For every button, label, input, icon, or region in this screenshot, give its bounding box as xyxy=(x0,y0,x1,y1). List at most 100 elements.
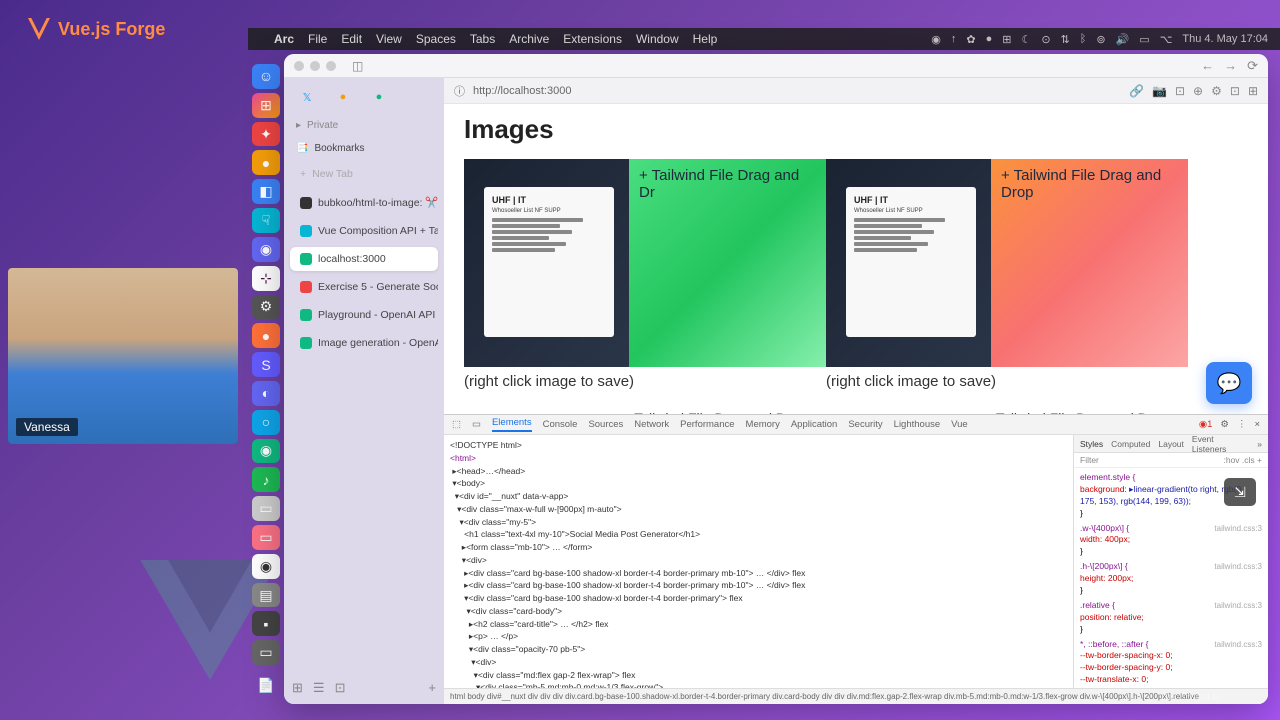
sidebar-bookmarks-section[interactable]: 📑Bookmarks xyxy=(284,137,444,160)
dock-slack[interactable]: ⊹ xyxy=(252,266,280,291)
device-icon[interactable]: ▭ xyxy=(472,419,481,430)
battery-icon[interactable]: ▭ xyxy=(1139,33,1149,46)
dock-firefox[interactable]: ● xyxy=(252,323,280,348)
dock-vscode[interactable]: ◧ xyxy=(252,179,280,204)
sidebar-icon[interactable]: ⊡ xyxy=(335,680,346,696)
menu-extensions[interactable]: Extensions xyxy=(563,32,622,46)
sidebar-tab-item[interactable]: bubkoo/html-to-image: ✂️ Gen... xyxy=(290,190,438,215)
devtools-tab-vue[interactable]: Vue xyxy=(951,419,968,430)
devtools-tab-sources[interactable]: Sources xyxy=(588,419,623,430)
devtools-tab-network[interactable]: Network xyxy=(634,419,669,430)
dock-finder[interactable]: ☺ xyxy=(252,64,280,89)
url-action-icon[interactable]: 📷 xyxy=(1152,84,1167,98)
sidebar-tab-item-active[interactable]: localhost:3000 xyxy=(290,247,438,271)
dock-app[interactable]: ✦ xyxy=(252,122,280,147)
dock-spotify[interactable]: ♪ xyxy=(252,467,280,492)
url-action-icon[interactable]: ⊞ xyxy=(1248,84,1258,98)
sidebar-pinned-twitter[interactable]: 𝕏 xyxy=(298,88,316,106)
sidebar-tab-item[interactable]: Playground - OpenAI API xyxy=(290,303,438,327)
image-thumbnail[interactable]: UHF | IT Whosoeller List NF SUPP xyxy=(826,159,991,367)
dock-app[interactable]: ◉ xyxy=(252,237,280,262)
styles-tab-computed[interactable]: Computed xyxy=(1111,439,1150,449)
url-action-icon[interactable]: ⊕ xyxy=(1193,84,1203,98)
window-controls[interactable] xyxy=(294,61,336,71)
menu-edit[interactable]: Edit xyxy=(341,32,362,46)
sidebar-toggle-icon[interactable]: ◫ xyxy=(352,59,363,73)
status-icon[interactable]: ⊙ xyxy=(1041,33,1050,46)
menu-view[interactable]: View xyxy=(376,32,402,46)
sidebar-tab-item[interactable]: Image generation - OpenAI API xyxy=(290,331,438,355)
status-icon[interactable]: ● xyxy=(986,33,993,45)
devtools-tab-security[interactable]: Security xyxy=(848,419,882,430)
dock-terminal[interactable]: ▪ xyxy=(252,611,280,636)
forward-button[interactable]: → xyxy=(1224,58,1237,74)
reload-button[interactable]: ⟳ xyxy=(1247,58,1258,74)
dock-downloads[interactable]: 📄 xyxy=(252,673,280,698)
image-thumbnail[interactable]: UHF | IT Whosoeller List NF SUPP xyxy=(464,159,629,367)
inspect-icon[interactable]: ⬚ xyxy=(452,419,461,430)
volume-icon[interactable]: 🔊 xyxy=(1116,33,1130,46)
dock-app[interactable]: ▭ xyxy=(252,496,280,521)
dock-chrome[interactable]: ◉ xyxy=(252,554,280,579)
sidebar-icon[interactable]: ⊞ xyxy=(292,680,303,696)
styles-tab-more[interactable]: » xyxy=(1257,439,1262,449)
back-button[interactable]: ← xyxy=(1201,58,1214,74)
dock-app[interactable]: ◉ xyxy=(252,439,280,464)
dock-app[interactable]: ☟ xyxy=(252,208,280,233)
menu-archive[interactable]: Archive xyxy=(509,32,549,46)
sidebar-tab-item[interactable]: Vue Composition API + Tailwind... xyxy=(290,219,438,243)
dock-app[interactable]: ● xyxy=(252,150,280,175)
menu-window[interactable]: Window xyxy=(636,32,679,46)
sidebar-private-section[interactable]: ▸Private xyxy=(284,114,444,137)
sidebar-add-icon[interactable]: + xyxy=(428,680,436,696)
sidebar-bottom-toolbar[interactable]: ⊞ ☰ ⊡ + xyxy=(284,672,444,704)
dock-settings[interactable]: ⚙ xyxy=(252,295,280,320)
url-action-icon[interactable]: ⊡ xyxy=(1230,84,1240,98)
devtools-tab-elements[interactable]: Elements xyxy=(492,417,532,432)
site-info-icon[interactable]: ⓘ xyxy=(454,83,465,99)
sidebar-pinned-tab[interactable]: ● xyxy=(370,88,388,106)
devtools-tab-application[interactable]: Application xyxy=(791,419,837,430)
status-icon[interactable]: ⊞ xyxy=(1002,33,1011,46)
menubar-datetime[interactable]: Thu 4. May 17:04 xyxy=(1182,33,1268,45)
status-icon[interactable]: ◉ xyxy=(931,33,941,46)
dock-app[interactable]: ▭ xyxy=(252,640,280,665)
status-icon[interactable]: ↑ xyxy=(951,33,957,45)
control-center-icon[interactable]: ⌥ xyxy=(1160,33,1173,46)
url-bar[interactable]: ⓘ http://localhost:3000 🔗 📷 ⊡ ⊕ ⚙ ⊡ ⊞ xyxy=(444,78,1268,104)
devtools-errors-icon[interactable]: ◉1 xyxy=(1199,419,1213,430)
chat-button[interactable]: 💬 xyxy=(1206,362,1252,404)
bluetooth-icon[interactable]: ᛒ xyxy=(1080,33,1087,45)
styles-tab-listeners[interactable]: Event Listeners xyxy=(1192,435,1249,454)
devtools-close-icon[interactable]: × xyxy=(1254,419,1260,430)
devtools-menu-icon[interactable]: ⋮ xyxy=(1237,419,1247,430)
devtools-tab-memory[interactable]: Memory xyxy=(746,419,780,430)
dock-app[interactable]: ◐ xyxy=(252,381,280,406)
sidebar-new-tab[interactable]: +New Tab xyxy=(290,162,438,186)
devtools-tab-performance[interactable]: Performance xyxy=(680,419,734,430)
menu-spaces[interactable]: Spaces xyxy=(416,32,456,46)
devtools-breadcrumbs[interactable]: html body div#__nuxt div div div div.car… xyxy=(444,688,1268,704)
menubar-status-icons[interactable]: ◉ ↑ ✿ ● ⊞ ☾ ⊙ ⇅ ᛒ ⊚ 🔊 ▭ ⌥ Thu 4. May 17:… xyxy=(931,33,1268,46)
menu-help[interactable]: Help xyxy=(693,32,718,46)
devtools-settings-icon[interactable]: ⚙ xyxy=(1220,419,1229,430)
macos-menubar[interactable]: Arc File Edit View Spaces Tabs Archive E… xyxy=(248,28,1280,50)
url-action-icon[interactable]: ⊡ xyxy=(1175,84,1185,98)
sidebar-pinned-tab[interactable]: ● xyxy=(334,88,352,106)
styles-filter[interactable]: Filter xyxy=(1080,455,1099,465)
devtools-tab-console[interactable]: Console xyxy=(543,419,578,430)
status-icon[interactable]: ⇅ xyxy=(1061,33,1070,46)
menu-tabs[interactable]: Tabs xyxy=(470,32,495,46)
dock-app[interactable]: ▤ xyxy=(252,583,280,608)
devtools-tab-lighthouse[interactable]: Lighthouse xyxy=(894,419,940,430)
url-action-icon[interactable]: ⚙ xyxy=(1211,84,1222,98)
styles-tab-styles[interactable]: Styles xyxy=(1080,439,1103,449)
menu-file[interactable]: File xyxy=(308,32,327,46)
dock-app[interactable]: ▭ xyxy=(252,525,280,550)
dock-app[interactable]: S xyxy=(252,352,280,377)
macos-dock[interactable]: ☺ ⊞ ✦ ● ◧ ☟ ◉ ⊹ ⚙ ● S ◐ ○ ◉ ♪ ▭ ▭ ◉ ▤ ▪ … xyxy=(248,58,284,698)
status-icon[interactable]: ✿ xyxy=(966,33,975,46)
styles-hov[interactable]: :hov .cls + xyxy=(1223,455,1262,465)
styles-tab-layout[interactable]: Layout xyxy=(1158,439,1184,449)
devtools-elements-tree[interactable]: <!DOCTYPE html> <html> ▸<head>…</head> ▾… xyxy=(444,435,1073,688)
